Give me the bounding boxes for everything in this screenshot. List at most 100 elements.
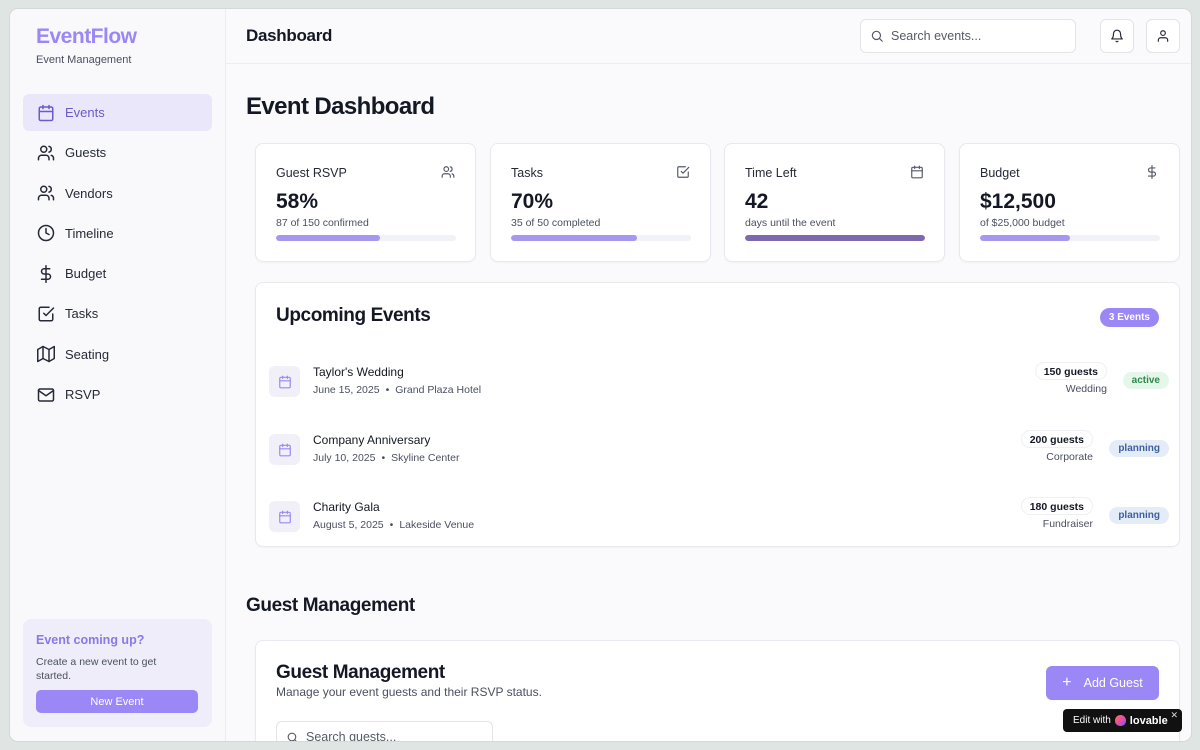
stat-value: 70% bbox=[511, 190, 554, 213]
event-name: Company Anniversary bbox=[313, 433, 431, 447]
sidebar-item-label: Tasks bbox=[65, 306, 99, 322]
stat-label: Budget bbox=[980, 166, 1020, 180]
stat-value: 58% bbox=[276, 190, 319, 213]
notifications-button[interactable] bbox=[1100, 19, 1134, 53]
progress-bar bbox=[745, 235, 925, 241]
upcoming-events-card: Upcoming Events 3 Events Taylor's Weddin… bbox=[255, 282, 1180, 547]
main-content: Event Dashboard Guest RSVP 58% 87 of 150… bbox=[226, 65, 1191, 741]
sidebar-item-tasks[interactable]: Tasks bbox=[23, 295, 212, 332]
event-details: 200 guests Corporate bbox=[1020, 430, 1093, 463]
event-type: Fundraiser bbox=[1042, 518, 1093, 530]
sidebar-item-label: Timeline bbox=[65, 225, 114, 241]
progress-fill bbox=[980, 235, 1070, 241]
stat-label: Time Left bbox=[745, 166, 797, 180]
sidebar-item-label: Vendors bbox=[65, 185, 113, 201]
bell-icon bbox=[1111, 29, 1123, 43]
search-icon bbox=[287, 732, 298, 741]
sidebar-item-events[interactable]: Events bbox=[23, 94, 212, 131]
progress-fill bbox=[276, 235, 381, 241]
card-subtitle: Manage your event guests and their RSVP … bbox=[276, 685, 542, 699]
badge-prefix: Edit with bbox=[1073, 715, 1111, 726]
sidebar-item-label: Seating bbox=[65, 346, 110, 362]
event-type: Wedding bbox=[1065, 383, 1107, 395]
sidebar-item-seating[interactable]: Seating bbox=[23, 336, 212, 373]
guest-management-heading: Guest Management bbox=[246, 595, 415, 616]
add-guest-label: Add Guest bbox=[1083, 676, 1143, 690]
sidebar-item-budget[interactable]: Budget bbox=[23, 255, 212, 292]
promo-title: Event coming up? bbox=[36, 633, 145, 647]
event-meta: June 15, 2025 • Grand Plaza Hotel bbox=[313, 384, 482, 396]
event-row[interactable]: Company Anniversary July 10, 2025 • Skylin… bbox=[269, 428, 1169, 472]
section-title: Upcoming Events bbox=[276, 305, 431, 326]
stat-subtext: 35 of 50 completed bbox=[511, 217, 601, 229]
sidebar-item-label: Events bbox=[65, 105, 105, 120]
guest-count-pill: 150 guests bbox=[1034, 362, 1107, 380]
stat-label: Guest RSVP bbox=[276, 166, 347, 180]
promo-text: Create a new event to get started. bbox=[36, 656, 157, 682]
stat-card-budget: Budget $12,500 of $25,000 budget bbox=[959, 143, 1180, 262]
stat-value: 42 bbox=[745, 190, 769, 213]
users-icon bbox=[37, 144, 55, 162]
stat-card-tasks: Tasks 70% 35 of 50 completed bbox=[490, 143, 711, 262]
calendar-icon bbox=[910, 165, 924, 179]
event-name: Taylor's Wedding bbox=[313, 365, 404, 379]
event-row[interactable]: Charity Gala August 5, 2025 • Lakeside Ven… bbox=[269, 495, 1169, 539]
guest-search-box[interactable] bbox=[276, 721, 493, 741]
sidebar-item-vendors[interactable]: Vendors bbox=[23, 175, 212, 212]
event-details: 150 guests Wedding bbox=[1034, 362, 1107, 395]
event-venue: Skyline Center bbox=[391, 452, 460, 464]
sidebar-item-timeline[interactable]: Timeline bbox=[23, 215, 212, 252]
map-icon bbox=[37, 345, 55, 363]
guest-count-pill: 200 guests bbox=[1020, 430, 1093, 448]
progress-fill bbox=[511, 235, 637, 241]
calendar-icon bbox=[269, 501, 300, 532]
guest-count-pill: 180 guests bbox=[1020, 497, 1093, 515]
status-badge: planning bbox=[1109, 440, 1169, 457]
event-count-badge: 3 Events bbox=[1099, 308, 1159, 327]
guest-search-input[interactable] bbox=[306, 730, 486, 741]
search-box[interactable] bbox=[860, 19, 1076, 53]
badge-brand: lovable bbox=[1129, 714, 1168, 727]
user-icon bbox=[1157, 30, 1169, 42]
calendar-icon bbox=[269, 366, 300, 397]
sidebar-item-guests[interactable]: Guests bbox=[23, 134, 212, 171]
event-venue: Lakeside Venue bbox=[399, 519, 475, 531]
event-row[interactable]: Taylor's Wedding June 15, 2025 • Grand Pla… bbox=[269, 360, 1169, 404]
mail-icon bbox=[37, 386, 55, 404]
event-type: Corporate bbox=[1046, 451, 1093, 463]
calendar-icon bbox=[269, 434, 300, 465]
plus-icon: + bbox=[1062, 674, 1072, 691]
top-header: Dashboard bbox=[226, 9, 1191, 64]
stat-label: Tasks bbox=[511, 166, 543, 180]
check-square-icon bbox=[676, 165, 690, 179]
dollar-icon bbox=[1145, 165, 1159, 179]
sidebar-item-rsvp[interactable]: RSVP bbox=[23, 376, 212, 413]
sidebar-item-label: Budget bbox=[65, 266, 107, 282]
sidebar: EventFlow Event Management Events Guests… bbox=[10, 9, 226, 741]
progress-bar bbox=[511, 235, 691, 241]
calendar-icon bbox=[37, 104, 55, 122]
sidebar-nav: Events Guests Vendors Timeline Budget Ta… bbox=[23, 94, 212, 416]
close-icon[interactable]: ✕ bbox=[1170, 710, 1178, 721]
event-details: 180 guests Fundraiser bbox=[1020, 497, 1093, 530]
card-title: Guest Management bbox=[276, 662, 445, 683]
page-title: Event Dashboard bbox=[246, 93, 435, 120]
search-input[interactable] bbox=[891, 29, 1071, 43]
stat-subtext: 87 of 150 confirmed bbox=[276, 217, 369, 229]
stat-value: $12,500 bbox=[980, 190, 1056, 213]
add-guest-button[interactable]: + Add Guest bbox=[1046, 666, 1159, 700]
status-badge: active bbox=[1122, 372, 1169, 389]
new-event-button[interactable]: New Event bbox=[36, 690, 198, 713]
profile-button[interactable] bbox=[1146, 19, 1180, 53]
edit-with-lovable-badge[interactable]: Edit with lovable ✕ bbox=[1063, 709, 1182, 732]
stat-subtext: of $25,000 budget bbox=[980, 217, 1065, 229]
progress-bar bbox=[276, 235, 456, 241]
event-meta: August 5, 2025 • Lakeside Venue bbox=[313, 519, 475, 531]
brand-subtitle: Event Management bbox=[36, 54, 132, 66]
app-window: EventFlow Event Management Events Guests… bbox=[10, 9, 1191, 741]
users-icon bbox=[441, 165, 455, 179]
brand-logo[interactable]: EventFlow bbox=[36, 25, 137, 49]
event-meta: July 10, 2025 • Skyline Center bbox=[313, 452, 460, 464]
stat-subtext: days until the event bbox=[745, 217, 836, 229]
sidebar-item-label: RSVP bbox=[65, 387, 101, 403]
